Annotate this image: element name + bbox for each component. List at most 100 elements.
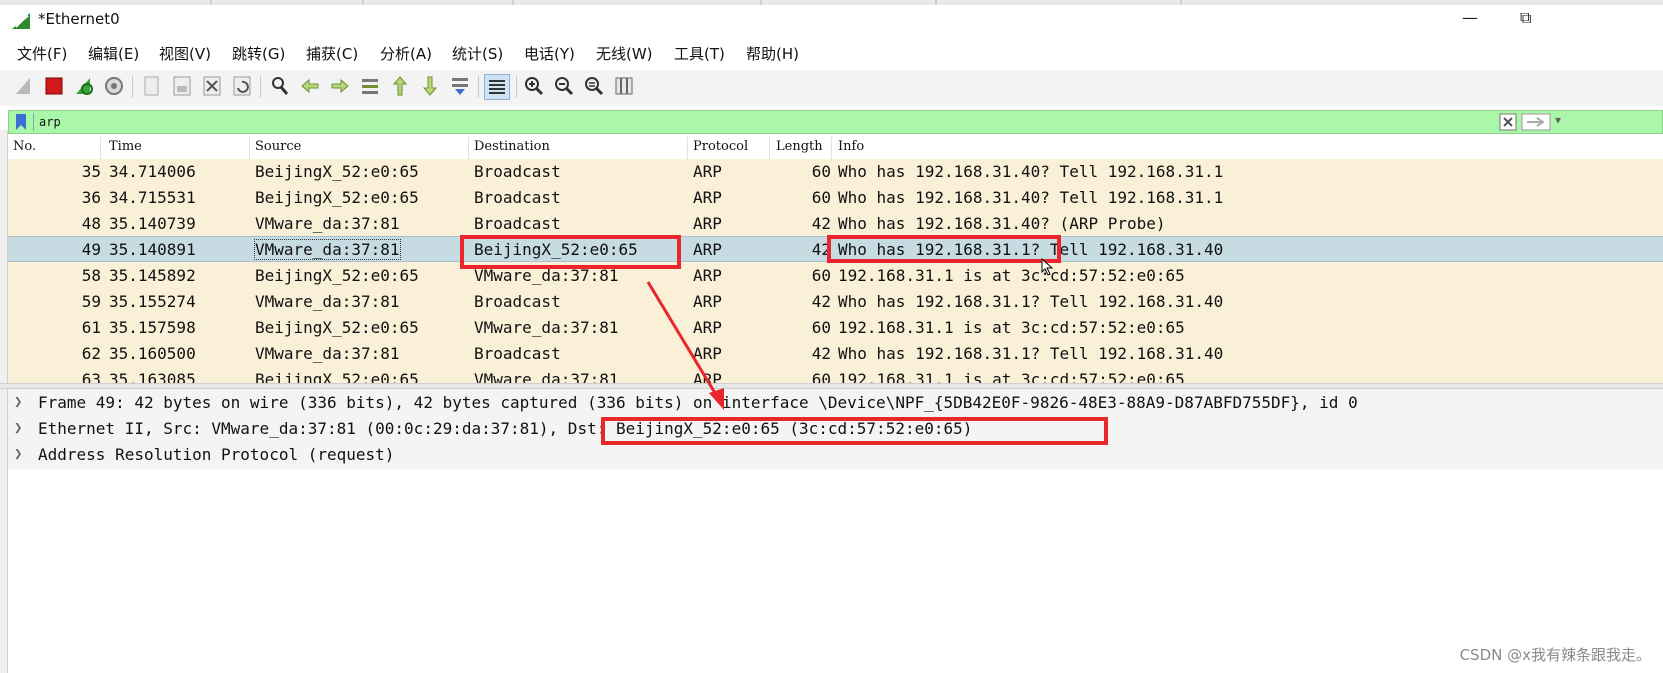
cell-length: 42 (811, 292, 831, 311)
packet-list: 35 34.714006 BeijingX_52:e0:65 Broadcast… (8, 159, 1663, 383)
main-toolbar (0, 70, 1663, 106)
tab-divider (362, 0, 364, 5)
tab-divider (1180, 0, 1182, 5)
capture-options-icon[interactable] (102, 74, 126, 98)
tab-divider (760, 0, 762, 5)
cell-info: 192.168.31.1 is at 3c:cd:57:52:e0:65 (838, 370, 1185, 383)
apply-filter-icon[interactable] (1521, 113, 1551, 131)
column-divider[interactable] (249, 137, 250, 159)
shark-fin-start-icon[interactable] (12, 74, 36, 98)
column-divider[interactable] (100, 137, 101, 159)
cell-no: 62 (81, 344, 101, 363)
menu-help[interactable]: 帮助(H) (746, 43, 799, 64)
column-divider[interactable] (831, 137, 832, 159)
menu-go[interactable]: 跳转(G) (232, 43, 285, 64)
column-header-no[interactable]: No. (13, 139, 36, 154)
column-divider[interactable] (687, 137, 688, 159)
cell-time: 34.715531 (109, 188, 196, 207)
column-header-length[interactable]: Length (776, 139, 823, 154)
details-tree-item-arp[interactable]: ❯ Address Resolution Protocol (request) (8, 442, 1663, 468)
expand-chevron-icon[interactable]: ❯ (14, 420, 22, 436)
cell-protocol: ARP (693, 344, 722, 363)
cell-time: 35.163085 (109, 370, 196, 383)
packet-row[interactable]: 36 34.715531 BeijingX_52:e0:65 Broadcast… (8, 185, 1663, 211)
resize-columns-icon[interactable] (612, 74, 636, 98)
packet-row[interactable]: 62 35.160500 VMware_da:37:81 Broadcast A… (8, 341, 1663, 367)
menu-capture[interactable]: 捕获(C) (306, 43, 358, 64)
annotation-box-info (827, 235, 1061, 263)
cell-length: 60 (811, 162, 831, 181)
cell-source: BeijingX_52:e0:65 (255, 370, 419, 383)
packet-row[interactable]: 59 35.155274 VMware_da:37:81 Broadcast A… (8, 289, 1663, 315)
cell-time: 35.140739 (109, 214, 196, 233)
menu-statistics[interactable]: 统计(S) (452, 43, 503, 64)
details-text: Frame 49: 42 bytes on wire (336 bits), 4… (38, 393, 1358, 412)
go-to-packet-icon[interactable] (358, 74, 382, 98)
details-tree-item-frame[interactable]: ❯ Frame 49: 42 bytes on wire (336 bits),… (8, 390, 1663, 416)
clear-filter-icon[interactable] (1499, 113, 1517, 131)
column-header-protocol[interactable]: Protocol (693, 139, 748, 154)
find-packet-icon[interactable] (268, 74, 292, 98)
cell-no: 59 (81, 292, 101, 311)
packet-row[interactable]: 61 35.157598 BeijingX_52:e0:65 VMware_da… (8, 315, 1663, 341)
wireshark-logo-icon (12, 13, 30, 29)
restore-button[interactable]: ⧉ (1520, 8, 1531, 28)
packet-row[interactable]: 58 35.145892 BeijingX_52:e0:65 VMware_da… (8, 263, 1663, 289)
menu-wireless[interactable]: 无线(W) (596, 43, 653, 64)
packet-row[interactable]: 63 35.163085 BeijingX_52:e0:65 VMware_da… (8, 367, 1663, 383)
zoom-out-icon[interactable] (552, 74, 576, 98)
menu-telephony[interactable]: 电话(Y) (524, 43, 575, 64)
column-header-info[interactable]: Info (838, 139, 864, 154)
last-packet-icon[interactable] (418, 74, 442, 98)
go-back-icon[interactable] (298, 74, 322, 98)
cell-source: VMware_da:37:81 (255, 344, 400, 363)
display-filter-input[interactable] (39, 113, 1439, 131)
column-header-destination[interactable]: Destination (474, 139, 550, 154)
normal-size-icon[interactable] (582, 74, 606, 98)
window-title: *Ethernet0 (38, 10, 120, 28)
cell-protocol: ARP (693, 188, 722, 207)
bookmark-icon[interactable] (14, 113, 28, 131)
stop-capture-icon[interactable] (42, 74, 66, 98)
column-divider[interactable] (468, 137, 469, 159)
menu-tools[interactable]: 工具(T) (674, 43, 725, 64)
tab-divider (512, 0, 514, 5)
tab-divider (210, 0, 212, 5)
column-divider[interactable] (769, 137, 770, 159)
restart-capture-icon[interactable] (72, 74, 96, 98)
close-file-icon[interactable] (200, 74, 224, 98)
open-file-icon[interactable] (140, 74, 164, 98)
display-filter-bar: ▾ (8, 110, 1663, 134)
cell-info: 192.168.31.1 is at 3c:cd:57:52:e0:65 (838, 266, 1185, 285)
cell-no: 61 (81, 318, 101, 337)
cell-time: 35.160500 (109, 344, 196, 363)
menu-analyze[interactable]: 分析(A) (380, 43, 432, 64)
cell-length: 60 (811, 266, 831, 285)
minimize-button[interactable]: — (1462, 8, 1478, 27)
cell-length: 60 (811, 318, 831, 337)
cell-protocol: ARP (693, 214, 722, 233)
column-header-source[interactable]: Source (255, 139, 301, 154)
packet-row[interactable]: 35 34.714006 BeijingX_52:e0:65 Broadcast… (8, 159, 1663, 185)
zoom-in-icon[interactable] (522, 74, 546, 98)
reload-file-icon[interactable] (230, 74, 254, 98)
auto-scroll-icon[interactable] (448, 74, 472, 98)
go-forward-icon[interactable] (328, 74, 352, 98)
cell-source: BeijingX_52:e0:65 (255, 266, 419, 285)
save-file-icon[interactable] (170, 74, 194, 98)
cell-no: 49 (81, 240, 101, 259)
colorize-icon[interactable] (484, 74, 510, 100)
first-packet-icon[interactable] (388, 74, 412, 98)
mouse-cursor-icon (1041, 258, 1054, 276)
cell-destination: VMware_da:37:81 (474, 370, 619, 383)
cell-no: 63 (81, 370, 101, 383)
expand-chevron-icon[interactable]: ❯ (14, 446, 22, 462)
filter-dropdown-arrow-icon[interactable]: ▾ (1555, 113, 1561, 127)
menu-view[interactable]: 视图(V) (159, 43, 211, 64)
column-header-time[interactable]: Time (109, 139, 142, 154)
menu-file[interactable]: 文件(F) (17, 43, 67, 64)
expand-chevron-icon[interactable]: ❯ (14, 394, 22, 410)
menu-edit[interactable]: 编辑(E) (88, 43, 139, 64)
packet-row[interactable]: 48 35.140739 VMware_da:37:81 Broadcast A… (8, 211, 1663, 237)
cell-protocol: ARP (693, 370, 722, 383)
